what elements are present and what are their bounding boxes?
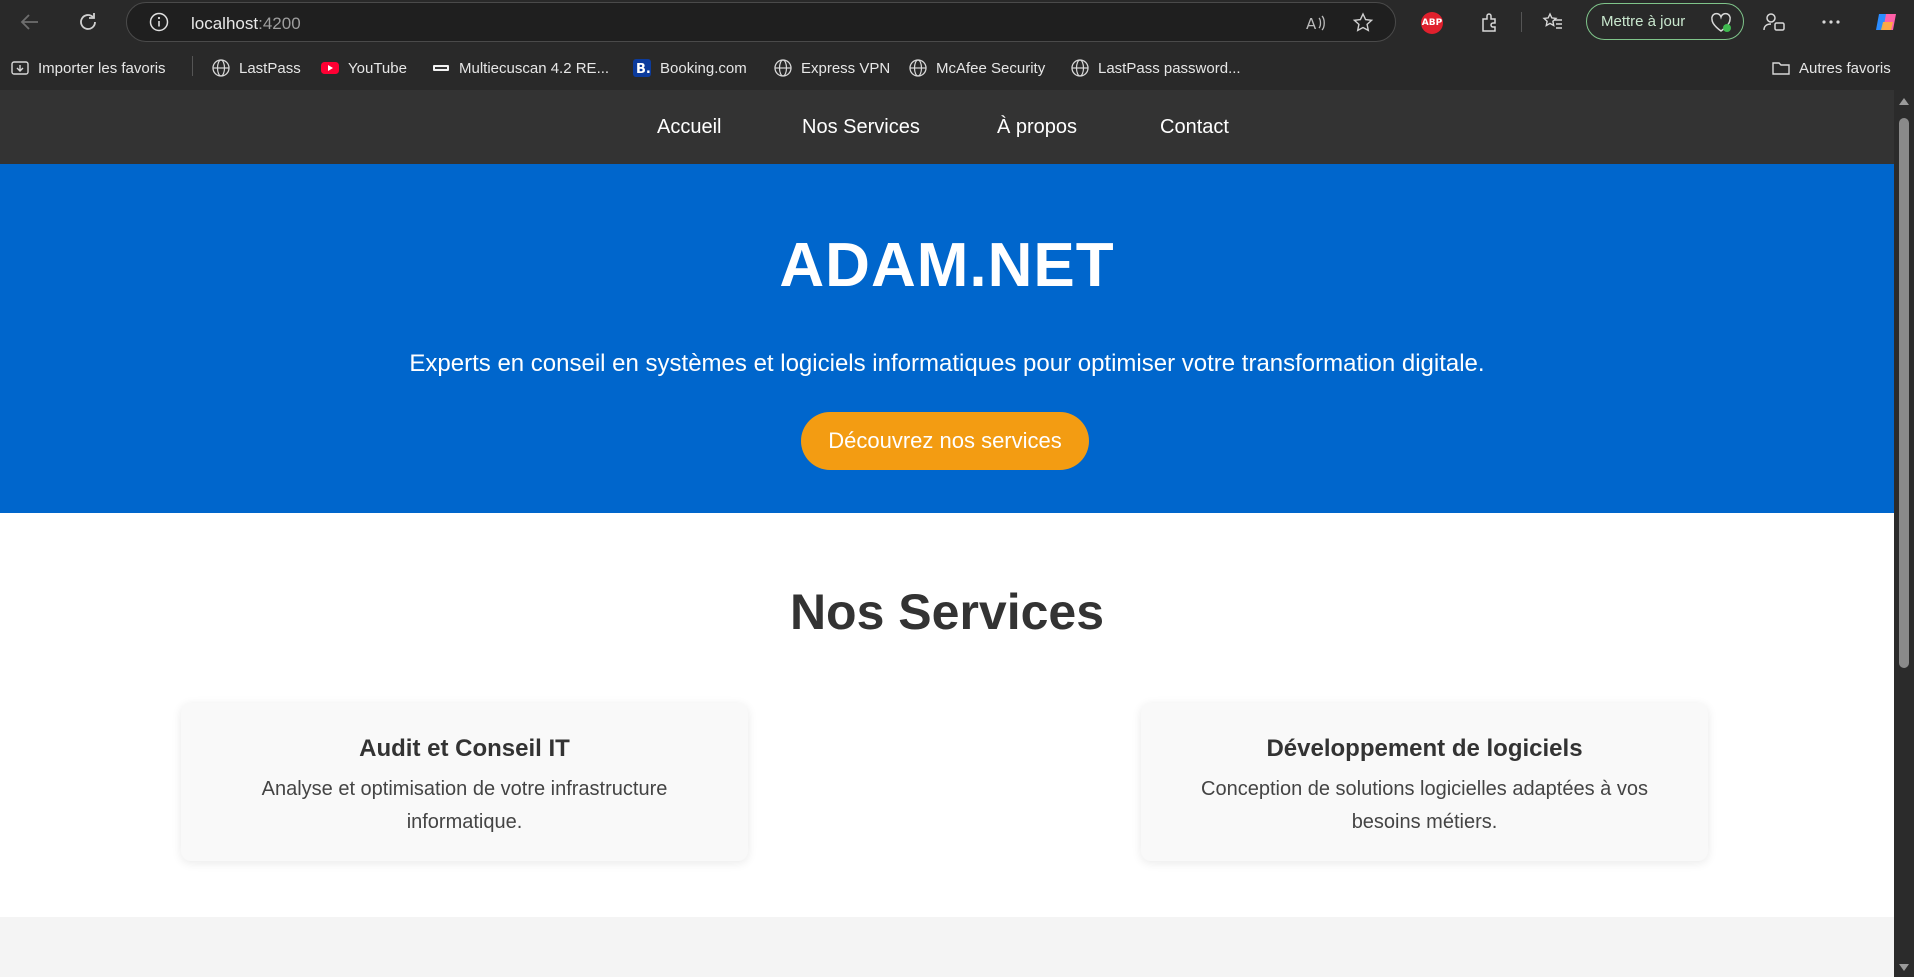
scroll-down-arrow-icon[interactable] bbox=[1899, 964, 1909, 971]
back-arrow-icon bbox=[20, 14, 38, 30]
service-card-description: Conception de solutions logicielles adap… bbox=[1201, 778, 1648, 833]
service-card-audit: Audit et Conseil IT Analyse et optimisat… bbox=[181, 703, 748, 861]
reload-icon bbox=[80, 13, 96, 30]
booking-icon: B. bbox=[632, 58, 652, 78]
bookmark-lastpass-password[interactable]: LastPass password... bbox=[1070, 57, 1241, 79]
import-icon bbox=[10, 58, 30, 78]
globe-icon bbox=[908, 58, 928, 78]
bookmark-multiecuscan[interactable]: Multiecuscan 4.2 RE... bbox=[431, 57, 609, 79]
copilot-icon[interactable] bbox=[1873, 8, 1901, 36]
nav-link-a-propos[interactable]: À propos bbox=[997, 116, 1077, 139]
browser-toolbar: localhost:4200 A ABP Mettre à jour bbox=[0, 0, 1914, 44]
discover-services-button[interactable]: Découvrez nos services bbox=[801, 412, 1089, 470]
bookmark-import-favorites[interactable]: Importer les favoris bbox=[10, 57, 166, 79]
service-card-development: Développement de logiciels Conception de… bbox=[1141, 703, 1708, 861]
favorite-star-icon[interactable] bbox=[1352, 12, 1374, 34]
extensions-icon[interactable] bbox=[1476, 8, 1504, 36]
bookmark-other-favorites[interactable]: Autres favoris bbox=[1771, 57, 1891, 79]
service-card-title: Développement de logiciels bbox=[1266, 735, 1583, 762]
nav-link-accueil[interactable]: Accueil bbox=[657, 116, 721, 139]
favorites-icon[interactable] bbox=[1539, 8, 1567, 36]
bookmark-lastpass[interactable]: LastPass bbox=[211, 57, 301, 79]
adblock-plus-icon[interactable]: ABP bbox=[1421, 12, 1443, 34]
bookmark-divider bbox=[192, 56, 193, 76]
service-card-description: Analyse et optimisation de votre infrast… bbox=[261, 778, 668, 833]
back-button[interactable] bbox=[14, 6, 46, 38]
reload-button[interactable] bbox=[72, 6, 104, 38]
scrollbar-thumb[interactable] bbox=[1899, 118, 1909, 668]
nav-link-services[interactable]: Nos Services bbox=[802, 116, 920, 139]
globe-icon bbox=[211, 58, 231, 78]
globe-icon bbox=[773, 58, 793, 78]
bookmark-youtube[interactable]: YouTube bbox=[320, 57, 407, 79]
services-heading: Nos Services bbox=[789, 584, 1105, 640]
folder-icon bbox=[1771, 58, 1791, 78]
multiecuscan-icon bbox=[431, 58, 451, 78]
toolbar-divider bbox=[1521, 12, 1522, 32]
nav-link-contact[interactable]: Contact bbox=[1160, 116, 1229, 139]
bookmark-express-vpn[interactable]: Express VPN bbox=[773, 57, 890, 79]
svg-text:B.: B. bbox=[636, 62, 651, 77]
site-info-icon[interactable] bbox=[149, 12, 169, 32]
hero-subtitle: Experts en conseil en systèmes et logici… bbox=[409, 350, 1485, 377]
bookmarks-bar: Importer les favoris LastPass YouTube Mu… bbox=[0, 44, 1914, 90]
youtube-icon bbox=[320, 58, 340, 78]
bookmark-booking[interactable]: B. Booking.com bbox=[632, 57, 747, 79]
bookmark-mcafee[interactable]: McAfee Security bbox=[908, 57, 1045, 79]
svg-text:A: A bbox=[1306, 15, 1317, 33]
next-section bbox=[0, 917, 1894, 977]
more-options-icon[interactable] bbox=[1817, 8, 1845, 36]
profile-icon[interactable] bbox=[1760, 8, 1788, 36]
address-bar[interactable]: localhost:4200 A bbox=[126, 2, 1396, 42]
read-aloud-icon[interactable]: A bbox=[1304, 12, 1326, 34]
page-viewport: Accueil Nos Services À propos Contact AD… bbox=[0, 90, 1894, 977]
url-text: localhost:4200 bbox=[191, 14, 301, 33]
scroll-up-arrow-icon[interactable] bbox=[1899, 98, 1909, 105]
heart-pulse-icon bbox=[1711, 12, 1731, 32]
hero-section: ADAM.NET Experts en conseil en systèmes … bbox=[0, 164, 1894, 513]
globe-icon bbox=[1070, 58, 1090, 78]
update-button[interactable]: Mettre à jour bbox=[1586, 3, 1744, 40]
services-section: Nos Services Audit et Conseil IT Analyse… bbox=[0, 513, 1894, 917]
hero-title: ADAM.NET bbox=[779, 231, 1115, 300]
service-card-title: Audit et Conseil IT bbox=[359, 735, 570, 762]
vertical-scrollbar[interactable] bbox=[1894, 90, 1914, 977]
site-navbar: Accueil Nos Services À propos Contact bbox=[0, 90, 1894, 164]
